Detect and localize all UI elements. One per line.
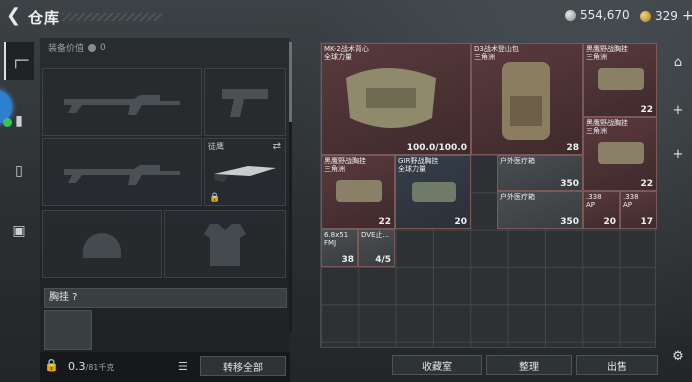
backpack-icon: ▯ [15, 163, 23, 179]
item-count: 20 [603, 217, 616, 227]
stash-item[interactable]: GIR野战胸挂 全球力量 20 [395, 155, 471, 229]
gir-rig-icon [412, 182, 456, 202]
item-name: DVE止... [361, 231, 390, 239]
rifle-silhouette-icon-2 [43, 139, 201, 205]
equipment-value-number: 0 [100, 42, 106, 53]
item-name: 户外医疗箱 [500, 193, 535, 201]
item-count: 350 [560, 217, 579, 227]
tab-weapons[interactable]: ┌─ [4, 42, 34, 80]
tab-backpack[interactable]: ▯ [4, 152, 34, 190]
vest-icon [346, 68, 436, 128]
item-name: 黑鹰野战胸挂 三角洲 [324, 157, 366, 173]
equipment-scrollbar[interactable] [289, 42, 292, 332]
chest-rig-icon [598, 68, 644, 90]
gun-icon: ┌─ [11, 53, 29, 69]
equipment-value-label: 装备价值 [48, 44, 85, 54]
item-name: 黑鹰野战胸挂 三角洲 [586, 45, 628, 61]
title-decoration [62, 13, 162, 21]
item-count: 38 [341, 255, 354, 265]
back-arrow-icon[interactable]: ❮ [6, 7, 24, 25]
stash-item[interactable]: .338 AP 20 [583, 191, 620, 229]
gold-amount: 329 [655, 9, 678, 23]
equipment-value: 装备价值 0 [48, 41, 106, 55]
item-name: .338 AP [586, 193, 602, 209]
capacity-bar: 🔒 0.3/81千克 ☰ 转移全部 [40, 352, 290, 382]
transfer-all-button[interactable]: 转移全部 [200, 356, 286, 376]
melee-slot[interactable]: 徒鹰 ⇄ 🔒 [204, 138, 286, 206]
item-count: 4/5 [375, 255, 391, 265]
gold-coin-icon [640, 10, 651, 22]
value-coin-icon [88, 43, 97, 52]
item-name: GIR野战胸挂 全球力量 [398, 157, 439, 173]
stash-item[interactable]: 6.8x51 FMJ 38 [321, 229, 358, 267]
briefcase-icon: ▣ [12, 223, 26, 239]
item-count: 22 [640, 179, 653, 189]
primary-weapon-slot[interactable] [42, 68, 202, 136]
scrollbar-thumb[interactable] [289, 42, 292, 122]
silver-amount: 554,670 [580, 8, 630, 22]
stash-item[interactable]: 黑鹰野战胸挂 三角洲 22 [583, 43, 657, 117]
stash-item[interactable]: 黑鹰野战胸挂 三角洲 22 [321, 155, 395, 229]
helmet-icon: ▮ [15, 113, 23, 129]
armor-silhouette-icon [165, 211, 285, 277]
gold-currency: 329 + [640, 8, 692, 24]
top-bar: ❮ 仓库 554,670 329 + [0, 0, 692, 34]
stash-home-icon[interactable]: ⌂ [666, 50, 690, 74]
item-name: MK-2战术背心 全球力量 [324, 45, 369, 61]
item-count: 20 [454, 217, 467, 227]
stash-item[interactable]: D3战术登山包 三角洲 28 [471, 43, 583, 155]
list-icon[interactable]: ☰ [178, 360, 188, 373]
chest-rig-icon [336, 180, 382, 202]
item-name: 户外医疗箱 [500, 157, 535, 165]
stash-item[interactable]: 黑鹰野战胸挂 三角洲 22 [583, 117, 657, 191]
item-count: 28 [566, 143, 579, 153]
pistol-slot[interactable] [204, 68, 286, 136]
add-gold-button[interactable]: + [682, 8, 692, 24]
stash-item[interactable]: 户外医疗箱 350 [497, 155, 583, 191]
stash-item[interactable]: .338 AP 17 [620, 191, 657, 229]
silver-coin-icon [565, 9, 576, 21]
stash-item[interactable]: 户外医疗箱 350 [497, 191, 583, 229]
page-title: 仓库 [28, 9, 61, 27]
item-count: 17 [640, 217, 653, 227]
silver-currency: 554,670 [565, 8, 630, 22]
item-name: 6.8x51 FMJ [324, 231, 349, 247]
capacity-max: /81千克 [85, 363, 115, 372]
sort-button[interactable]: 整理 [486, 355, 572, 375]
stash-item[interactable]: MK-2战术背心 全球力量 100.0/100.0 [321, 43, 471, 155]
helmet-slot[interactable] [42, 210, 162, 278]
item-count: 22 [640, 105, 653, 115]
helmet-silhouette-icon [43, 211, 161, 277]
item-name: D3战术登山包 三角洲 [474, 45, 519, 61]
chest-rig-header[interactable]: 胸挂 ? [44, 288, 287, 308]
collection-button[interactable]: 收藏室 [392, 355, 482, 375]
item-name: 黑鹰野战胸挂 三角洲 [586, 119, 628, 135]
armor-slot[interactable] [164, 210, 286, 278]
add-stash-icon[interactable]: + [666, 98, 690, 122]
capacity-value: 0.3 [68, 360, 86, 373]
item-count: 22 [378, 217, 391, 227]
add-stash-icon-2[interactable]: + [666, 142, 690, 166]
item-name: .338 AP [623, 193, 639, 209]
left-tab-rail: ┌─ ▮ ▯ ▣ [0, 38, 40, 260]
tab-case[interactable]: ▣ [4, 212, 34, 250]
stash-grid[interactable]: MK-2战术背心 全球力量 100.0/100.0 D3战术登山包 三角洲 28… [320, 42, 657, 348]
online-dot [3, 118, 12, 127]
lock-icon: 🔒 [209, 193, 221, 203]
secondary-weapon-slot[interactable] [42, 138, 202, 206]
rifle-silhouette-icon [43, 69, 201, 135]
chest-rig-slot[interactable] [44, 310, 92, 350]
sell-button[interactable]: 出售 [576, 355, 658, 375]
capacity-text: 0.3/81千克 [68, 360, 114, 373]
settings-gear-icon[interactable]: ⚙ [666, 344, 690, 368]
item-count: 100.0/100.0 [406, 143, 467, 153]
item-count: 350 [560, 179, 579, 189]
backpack-item-icon [502, 62, 550, 140]
chest-rig-icon [598, 142, 644, 164]
lock-icon-bottom[interactable]: 🔒 [44, 358, 59, 374]
stash-item[interactable]: DVE止... 4/5 [358, 229, 395, 267]
right-rail: ⌂ + + ⚙ [662, 42, 692, 382]
pistol-silhouette-icon [205, 69, 285, 135]
